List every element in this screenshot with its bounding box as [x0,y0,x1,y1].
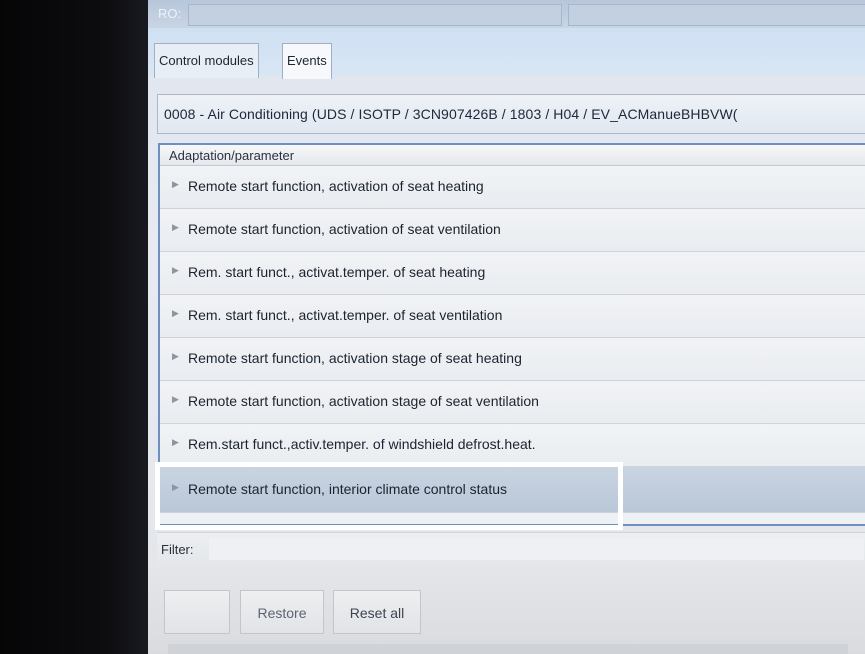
triangle-right-icon[interactable]: ▶ [172,394,179,405]
triangle-right-icon[interactable]: ▶ [172,308,179,319]
tab-events[interactable]: Events [282,43,332,79]
bottom-strip [168,644,848,654]
filter-label: Filter: [161,542,194,557]
filter-bar: Filter: [157,532,865,565]
list-item[interactable]: ▶ Remote start function, activation of s… [160,209,865,252]
tab-bar: Control modules Events [148,28,865,79]
triangle-right-icon[interactable]: ▶ [172,222,179,233]
list-item-label: Remote start function, activation stage … [188,393,539,409]
list-item-label: Rem. start funct., activat.temper. of se… [188,307,503,323]
list-item[interactable]: ▶ Rem.start funct.,activ.temper. of wind… [160,424,865,467]
list-item[interactable]: ▶ Remote start function, activation of s… [160,166,865,209]
triangle-right-icon[interactable]: ▶ [172,351,179,362]
list-item[interactable]: ▶ Remote start function, activation stag… [160,381,865,424]
button-bar: Restore Reset all [148,564,865,654]
top-bar: RO: [148,0,865,29]
module-description: 0008 - Air Conditioning (UDS / ISOTP / 3… [164,106,738,122]
list-item-label: Rem.start funct.,activ.temper. of windsh… [188,436,536,452]
ro-field[interactable] [188,4,562,26]
list-item-label: Remote start function, activation of sea… [188,178,484,194]
filter-input[interactable] [209,538,864,560]
list-item[interactable]: ▶ Rem. start funct., activat.temper. of … [160,295,865,338]
reset-all-button[interactable]: Reset all [333,590,421,634]
list-item-label: Rem. start funct., activat.temper. of se… [188,264,486,280]
list-item[interactable]: ▶ Remote start function, activation stag… [160,338,865,381]
triangle-right-icon[interactable]: ▶ [172,179,179,190]
list-header: Adaptation/parameter [160,145,865,166]
monitor-bezel [0,0,152,654]
restore-button[interactable]: Restore [240,590,324,634]
tab-control-modules[interactable]: Control modules [154,43,259,78]
list-item[interactable]: ▶ Rem. start funct., activat.temper. of … [160,252,865,295]
triangle-right-icon[interactable]: ▶ [172,265,179,276]
ro-label: RO: [158,6,182,21]
application-window: RO: Control modules Events 0008 - Air Co… [148,0,865,654]
triangle-right-icon[interactable]: ▶ [172,437,179,448]
list-item-label: Remote start function, activation of sea… [188,221,501,237]
list-item-label: Remote start function, activation stage … [188,350,522,366]
list-header-label: Adaptation/parameter [169,148,295,163]
secondary-field[interactable] [568,4,865,26]
control-module-selector[interactable]: 0008 - Air Conditioning (UDS / ISOTP / 3… [157,94,865,134]
disabled-button[interactable] [164,590,230,634]
highlight-annotation-box [155,462,623,530]
